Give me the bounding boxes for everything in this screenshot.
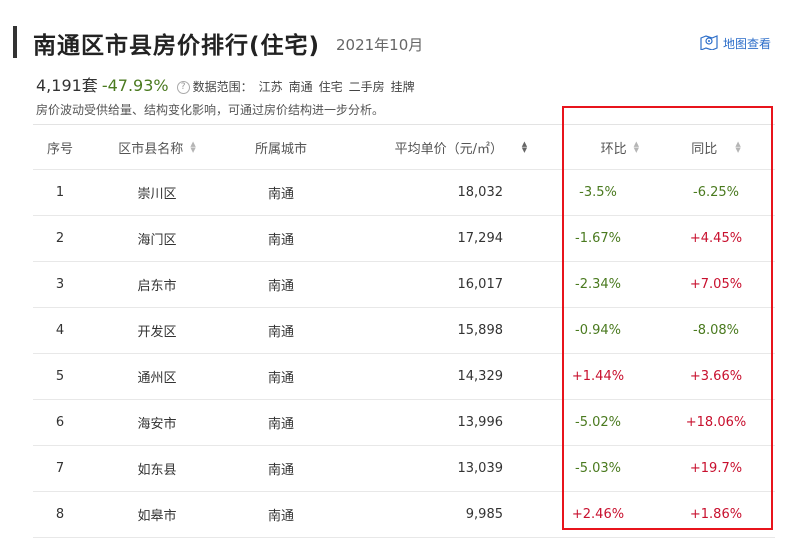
listing-count: 4,191套 — [36, 76, 98, 95]
header-name[interactable]: 区市县名称 ▲ ▼ — [87, 138, 227, 157]
row-name[interactable]: 通州区 — [87, 367, 227, 386]
row-index: 7 — [55, 461, 65, 476]
table-header: 序号 区市县名称 ▲ ▼ 所属城市 平均单价（元/㎡） ▲ ▼ 环比 ▲ ▼ 同比 ▲… — [33, 125, 775, 170]
row-mom: -3.5% — [579, 185, 617, 200]
map-view-label: 地图查看 — [723, 37, 772, 51]
row-name[interactable]: 启东市 — [87, 275, 227, 294]
table-row[interactable]: 8 如皋市 南通 9,985 +2.46% +1.86% — [33, 492, 775, 538]
row-mom: -1.67% — [575, 231, 621, 246]
header-price[interactable]: 平均单价（元/㎡） — [335, 138, 503, 157]
row-index: 6 — [55, 415, 65, 430]
scope-city: 南通 — [288, 80, 313, 94]
map-pin-icon — [700, 34, 718, 53]
table-row[interactable]: 3 启东市 南通 16,017 -2.34% +7.05% — [33, 262, 775, 308]
row-mom: -5.03% — [575, 461, 621, 476]
row-price: 16,017 — [457, 277, 504, 292]
row-mom: -5.02% — [575, 415, 621, 430]
row-yoy: +4.45% — [689, 231, 743, 246]
table-body: 1 崇川区 南通 18,032 -3.5% -6.25% 2 海门区 南通 17,294 -1.67… — [33, 170, 775, 538]
table-row[interactable]: 2 海门区 南通 17,294 -1.67% +4.45% — [33, 216, 775, 262]
row-city: 南通 — [267, 463, 294, 478]
row-yoy: -6.25% — [693, 185, 739, 200]
sort-icon[interactable]: ▲ ▼ — [522, 141, 527, 154]
row-name[interactable]: 崇川区 — [87, 183, 227, 202]
table-row[interactable]: 6 海安市 南通 13,996 -5.02% +18.06% — [33, 400, 775, 446]
report-date: 2021年10月 — [336, 36, 424, 54]
row-name[interactable]: 开发区 — [87, 321, 227, 340]
row-index: 5 — [55, 369, 65, 384]
scope-province: 江苏 — [258, 80, 283, 94]
scope-type: 住宅 — [318, 80, 343, 94]
header-index: 序号 — [46, 141, 73, 157]
sort-icon[interactable]: ▲ ▼ — [634, 141, 639, 154]
header-mom-label: 环比 — [600, 141, 627, 157]
row-mom: -0.94% — [575, 323, 621, 338]
row-yoy: +1.86% — [689, 507, 743, 522]
row-yoy: +19.7% — [689, 461, 743, 476]
scope-source: 挂牌 — [390, 80, 415, 94]
row-price: 13,996 — [457, 415, 504, 430]
sort-icon[interactable]: ▲ ▼ — [735, 141, 740, 154]
stats-line: 4,191套 -47.93% ? 数据范围： 江苏 南通 住宅 二手房 挂牌 — [36, 72, 415, 96]
row-name[interactable]: 海门区 — [87, 229, 227, 248]
row-city: 南通 — [267, 371, 294, 386]
listing-change: -47.93% — [101, 76, 169, 95]
row-price: 14,329 — [457, 369, 504, 384]
row-index: 3 — [55, 277, 65, 292]
table-row[interactable]: 1 崇川区 南通 18,032 -3.5% -6.25% — [33, 170, 775, 216]
header-name-label: 区市县名称 — [118, 141, 184, 157]
row-price: 15,898 — [457, 323, 504, 338]
analysis-note: 房价波动受供给量、结构变化影响，可通过房价结构进一步分析。 — [36, 103, 385, 117]
table-row[interactable]: 5 通州区 南通 14,329 +1.44% +3.66% — [33, 354, 775, 400]
row-yoy: +7.05% — [689, 277, 743, 292]
row-price: 13,039 — [457, 461, 504, 476]
header-city: 所属城市 — [254, 141, 307, 157]
row-mom: +2.46% — [571, 507, 625, 522]
scope-market: 二手房 — [348, 80, 385, 94]
table-row[interactable]: 7 如东县 南通 13,039 -5.03% +19.7% — [33, 446, 775, 492]
row-index: 4 — [55, 323, 65, 338]
scope-label: 数据范围： — [192, 80, 253, 94]
row-city: 南通 — [267, 233, 294, 248]
page-title: 南通区市县房价排行(住宅) — [33, 33, 321, 59]
row-city: 南通 — [267, 417, 294, 432]
map-view-link[interactable]: 地图查看 — [700, 34, 771, 53]
row-price: 17,294 — [457, 231, 504, 246]
row-mom: -2.34% — [575, 277, 621, 292]
row-city: 南通 — [267, 325, 294, 340]
header-yoy[interactable]: 同比 ▲ ▼ — [657, 138, 775, 157]
row-index: 8 — [55, 507, 65, 522]
row-price: 18,032 — [457, 185, 504, 200]
row-index: 1 — [55, 185, 65, 200]
sort-icon[interactable]: ▲ ▼ — [190, 141, 195, 154]
header-yoy-label: 同比 — [691, 141, 718, 157]
row-index: 2 — [55, 231, 65, 246]
row-city: 南通 — [267, 509, 294, 524]
row-yoy: +18.06% — [685, 415, 747, 430]
row-city: 南通 — [267, 187, 294, 202]
title-accent-bar — [13, 26, 17, 58]
row-price: 9,985 — [465, 507, 503, 522]
table-row[interactable]: 4 开发区 南通 15,898 -0.94% -8.08% — [33, 308, 775, 354]
header-mom[interactable]: 环比 ▲ ▼ — [539, 138, 657, 157]
row-mom: +1.44% — [571, 369, 625, 384]
row-name[interactable]: 如皋市 — [87, 505, 227, 524]
row-name[interactable]: 如东县 — [87, 459, 227, 478]
row-city: 南通 — [267, 279, 294, 294]
ranking-table: 序号 区市县名称 ▲ ▼ 所属城市 平均单价（元/㎡） ▲ ▼ 环比 ▲ ▼ 同比 ▲… — [33, 124, 775, 538]
price-sort[interactable]: ▲ ▼ — [503, 141, 539, 154]
row-yoy: +3.66% — [689, 369, 743, 384]
help-icon[interactable]: ? — [176, 81, 190, 94]
row-name[interactable]: 海安市 — [87, 413, 227, 432]
row-yoy: -8.08% — [693, 323, 739, 338]
